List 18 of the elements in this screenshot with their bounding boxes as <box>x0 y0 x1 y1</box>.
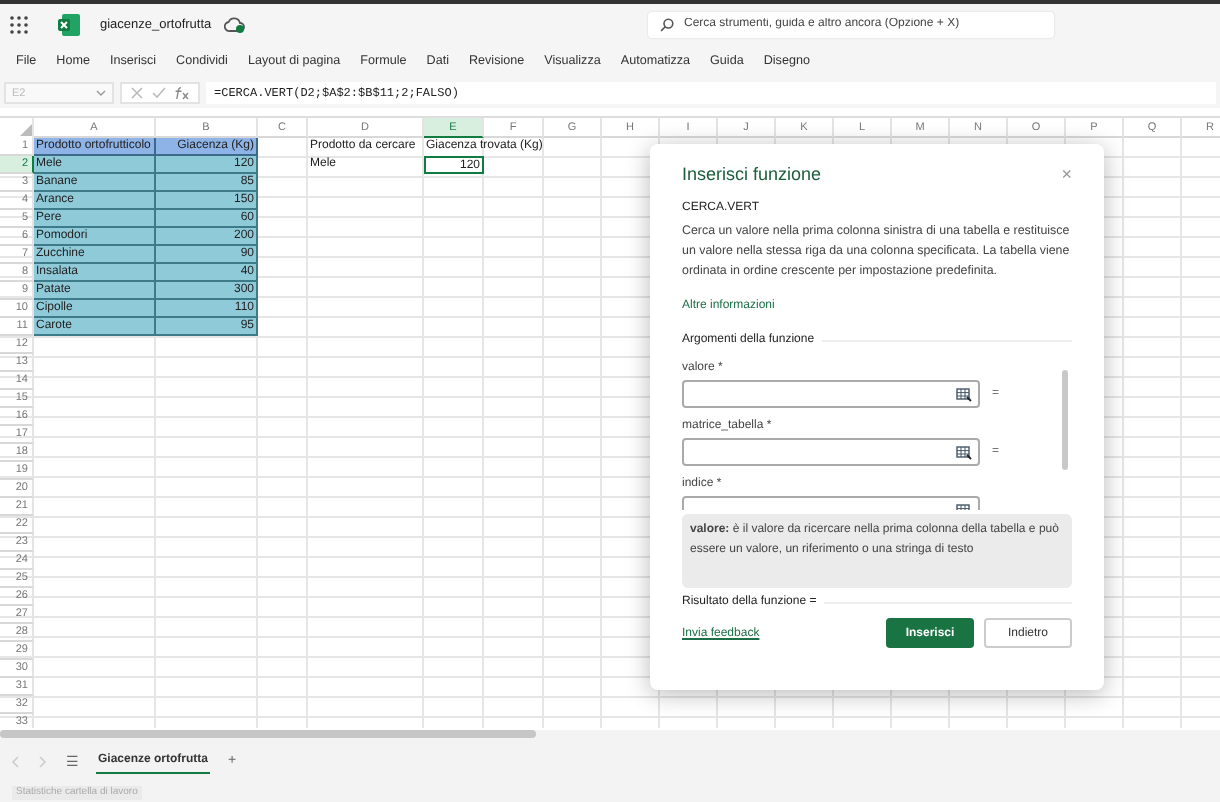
caret-icon <box>96 90 106 96</box>
close-button[interactable]: × <box>1061 164 1072 184</box>
argument-field[interactable] <box>682 438 980 466</box>
argument-field[interactable] <box>682 380 980 408</box>
next-sheet-icon[interactable] <box>38 755 48 767</box>
spreadsheet-logo-icon <box>58 13 80 35</box>
range-picker-icon[interactable] <box>956 445 972 459</box>
previous-sheet-icon[interactable] <box>10 755 20 767</box>
scrollbar-thumb[interactable] <box>1062 370 1068 470</box>
range-picker-icon[interactable] <box>956 387 972 401</box>
cancel-icon[interactable] <box>130 86 144 100</box>
cloud-sync-icon <box>223 15 246 33</box>
select-all-icon[interactable] <box>20 124 32 136</box>
scrollbar-thumb[interactable] <box>0 730 536 738</box>
function-icon[interactable] <box>174 86 190 100</box>
app-launcher-icon[interactable] <box>10 15 28 33</box>
dialog-title: Inserisci funzione <box>682 164 822 184</box>
confirm-icon[interactable] <box>152 86 166 100</box>
